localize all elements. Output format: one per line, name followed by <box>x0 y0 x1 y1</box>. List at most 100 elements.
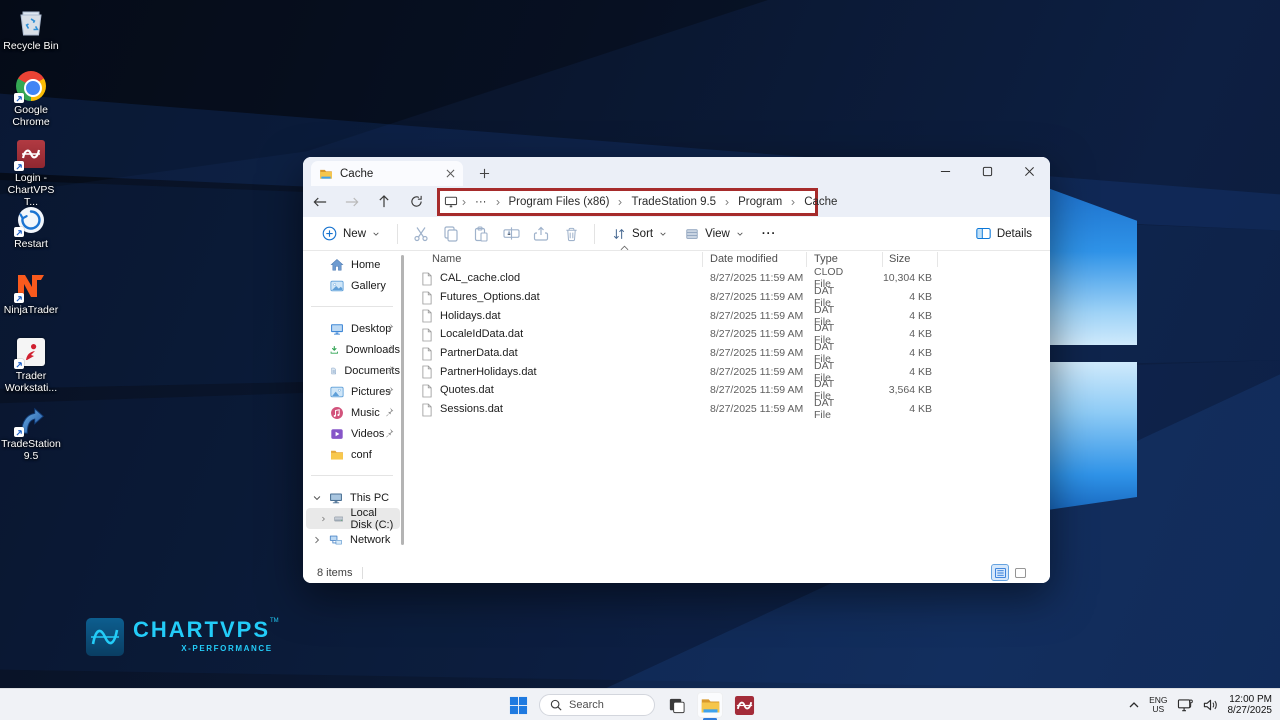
clock[interactable]: 12:00 PM 8/27/2025 <box>1228 694 1273 716</box>
language-indicator[interactable]: ENG US <box>1149 696 1167 714</box>
sidebar-item-label: Network <box>350 534 390 546</box>
tree-chevron-icon[interactable] <box>320 514 327 524</box>
tab-cache[interactable]: Cache <box>311 161 463 186</box>
column-header-size[interactable]: Size <box>889 253 910 265</box>
file-row[interactable]: LocaleIdData.dat 8/27/2025 11:59 AM DAT … <box>420 325 832 344</box>
file-icon <box>421 365 433 379</box>
chevron-right-icon <box>460 198 468 207</box>
new-tab-button[interactable] <box>475 164 493 182</box>
sidebar-item[interactable]: Home <box>306 254 400 275</box>
task-view-button[interactable] <box>663 692 689 718</box>
close-button[interactable] <box>1008 157 1050 186</box>
sidebar-scrollbar[interactable] <box>401 255 404 545</box>
file-name: Quotes.dat <box>440 384 494 396</box>
delete-button[interactable] <box>558 222 584 246</box>
status-divider <box>362 567 363 579</box>
back-button[interactable] <box>305 189 335 215</box>
breadcrumb-item[interactable]: Program <box>733 195 787 209</box>
shortcut-arrow-icon <box>14 359 24 369</box>
sidebar-item-icon <box>330 258 344 272</box>
details-button[interactable]: Details <box>976 227 1038 240</box>
file-size: 4 KB <box>814 403 932 415</box>
file-row[interactable]: Quotes.dat 8/27/2025 11:59 AM DAT File 3… <box>420 381 832 400</box>
file-row[interactable]: Sessions.dat 8/27/2025 11:59 AM DAT File… <box>420 400 832 419</box>
sidebar-item[interactable]: Music <box>306 402 400 423</box>
sidebar-tree-item[interactable]: Local Disk (C:) <box>306 508 400 529</box>
more-button[interactable]: ··· <box>755 223 784 245</box>
minimize-button[interactable] <box>924 157 966 186</box>
forward-button[interactable] <box>337 189 367 215</box>
sidebar-tree-item[interactable]: Network <box>306 529 400 550</box>
column-header-date-modified[interactable]: Date modified <box>710 253 778 265</box>
chevron-down-icon <box>372 230 380 238</box>
file-row[interactable]: CAL_cache.clod 8/27/2025 11:59 AM CLOD F… <box>420 269 832 288</box>
column-divider[interactable] <box>806 252 807 267</box>
column-header-type[interactable]: Type <box>814 253 838 265</box>
taskbar: Search ENG US 12:00 PM 8/27/2025 <box>0 688 1280 720</box>
file-row[interactable]: Futures_Options.dat 8/27/2025 11:59 AM D… <box>420 288 832 307</box>
details-view-toggle[interactable] <box>992 565 1008 580</box>
sidebar-item[interactable]: Videos <box>306 423 400 444</box>
file-row[interactable]: PartnerData.dat 8/27/2025 11:59 AM DAT F… <box>420 344 832 363</box>
column-divider[interactable] <box>702 252 703 267</box>
sidebar-item-icon <box>330 385 344 399</box>
rename-button[interactable] <box>498 222 524 246</box>
this-pc-icon[interactable] <box>444 196 458 208</box>
sidebar-item-label: Local Disk (C:) <box>350 507 400 531</box>
hidden-icons-chevron[interactable] <box>1128 700 1140 710</box>
sidebar-item[interactable]: Desktop <box>306 318 400 339</box>
sidebar-tree-item[interactable]: This PC <box>306 487 400 508</box>
sort-button[interactable]: Sort <box>605 222 674 246</box>
paste-button[interactable] <box>468 222 494 246</box>
copy-button[interactable] <box>438 222 464 246</box>
shortcut-arrow-icon <box>14 293 24 303</box>
tradestation-taskbar-button[interactable] <box>731 692 757 718</box>
breadcrumb-item[interactable]: Cache <box>799 195 842 209</box>
sidebar-item-label: Music <box>351 407 380 419</box>
sidebar-item[interactable]: Downloads <box>306 339 400 360</box>
cut-button[interactable] <box>408 222 434 246</box>
tab-close-icon[interactable] <box>446 169 455 178</box>
refresh-button[interactable] <box>401 189 431 215</box>
tradestation-icon <box>734 695 755 716</box>
file-explorer-taskbar-button[interactable] <box>697 692 723 718</box>
start-button[interactable] <box>505 692 531 718</box>
file-date-modified: 8/27/2025 11:59 AM <box>710 310 803 322</box>
breadcrumb-item[interactable]: TradeStation 9.5 <box>626 195 721 209</box>
file-row[interactable]: Holidays.dat 8/27/2025 11:59 AM DAT File… <box>420 306 832 325</box>
view-button[interactable]: View <box>678 222 751 246</box>
column-header-name[interactable]: Name <box>432 253 461 265</box>
desktop-icon-tradestation-95[interactable]: TradeStation 9.5 <box>0 404 62 462</box>
file-date-modified: 8/27/2025 11:59 AM <box>710 366 803 378</box>
share-button[interactable] <box>528 222 554 246</box>
breadcrumb-overflow[interactable]: ··· <box>470 195 492 209</box>
volume-icon[interactable] <box>1203 698 1219 712</box>
desktop-icon-google-chrome[interactable]: Google Chrome <box>0 70 62 128</box>
sidebar-item[interactable]: Documents <box>306 360 400 381</box>
desktop-icon-ninjatrader[interactable]: NinjaTrader <box>0 270 62 316</box>
desktop-icon-restart[interactable]: Restart <box>0 204 62 250</box>
sidebar-item[interactable]: Gallery <box>306 275 400 296</box>
toolbar-divider <box>594 224 595 244</box>
breadcrumb-item[interactable]: Program Files (x86) <box>504 195 615 209</box>
sidebar-item[interactable]: conf <box>306 444 400 465</box>
column-divider[interactable] <box>937 252 938 267</box>
new-button[interactable]: New <box>315 221 387 246</box>
address-breadcrumb-highlight: ··· Program Files (x86) TradeStation 9.5… <box>437 188 818 216</box>
pin-icon <box>384 323 394 333</box>
file-row[interactable]: PartnerHolidays.dat 8/27/2025 11:59 AM D… <box>420 362 832 381</box>
desktop-icon-trader-workstation[interactable]: Trader Workstati... <box>0 336 62 394</box>
sidebar-item[interactable]: Pictures <box>306 381 400 402</box>
column-divider[interactable] <box>882 252 883 267</box>
network-icon[interactable] <box>1177 698 1194 713</box>
large-icons-view-toggle[interactable] <box>1012 565 1028 580</box>
up-button[interactable] <box>369 189 399 215</box>
desktop-icon-recycle-bin[interactable]: Recycle Bin <box>0 6 62 52</box>
tree-chevron-icon[interactable] <box>312 493 322 503</box>
desktop-icon-login-chartvps[interactable]: Login - ChartVPS T... <box>0 138 62 208</box>
taskbar-search[interactable]: Search <box>539 694 655 716</box>
tradestation-95-icon <box>15 404 47 436</box>
maximize-button[interactable] <box>966 157 1008 186</box>
pin-icon <box>384 386 394 396</box>
tree-chevron-icon[interactable] <box>312 535 322 545</box>
